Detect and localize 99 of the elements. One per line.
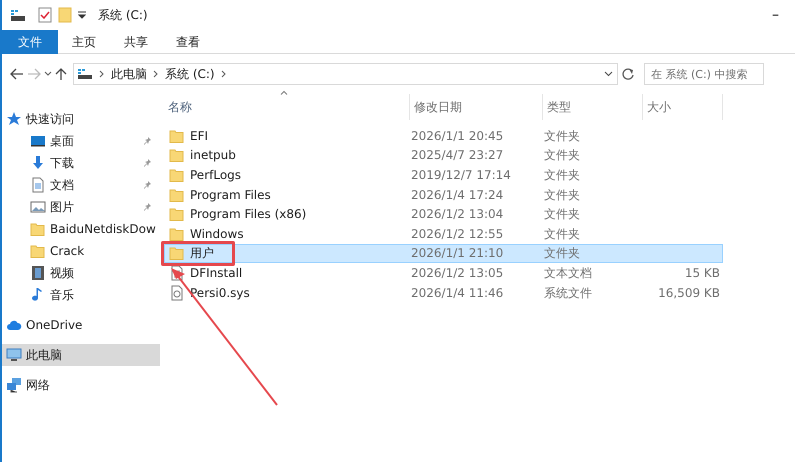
back-icon[interactable]	[10, 68, 24, 80]
pin-icon	[142, 136, 152, 146]
address-bar[interactable]: 此电脑 系统 (C:)	[73, 63, 618, 85]
file-size: 16,509 KB	[657, 284, 720, 302]
search-field[interactable]: 在 系统 (C:) 中搜索	[644, 63, 764, 85]
folder-icon	[169, 166, 185, 183]
file-row[interactable]: Program Files (x86) 2026/1/2 13:04 文件夹	[164, 204, 723, 224]
download-arrow-icon	[30, 155, 46, 171]
file-name: 用户	[190, 245, 214, 262]
file-type: 文件夹	[544, 226, 581, 243]
recent-dropdown-icon[interactable]	[44, 71, 52, 77]
file-type: 文件夹	[544, 186, 581, 204]
ribbon-tab[interactable]: 主页	[58, 30, 110, 54]
modified-date: 2026/1/2 13:04	[411, 206, 504, 224]
folder-icon	[169, 186, 185, 203]
file-name: Persi0.sys	[190, 284, 250, 302]
sidebar-item[interactable]: 下载	[2, 152, 160, 174]
chevron-icon	[153, 70, 159, 78]
file-name: EFI	[190, 128, 208, 145]
pin-icon	[142, 158, 152, 168]
folder-icon	[169, 226, 185, 242]
network-icon	[6, 377, 22, 393]
film-icon	[30, 265, 46, 281]
file-row[interactable]: EFI 2026/1/1 20:45 文件夹	[164, 126, 723, 146]
sidebar-item[interactable]: OneDrive	[2, 314, 160, 336]
chevron-icon	[99, 70, 105, 78]
minimize-button[interactable]: –	[768, 8, 783, 22]
file-name: Program Files (x86)	[190, 206, 306, 224]
properties-icon[interactable]	[38, 7, 52, 23]
modified-date: 2025/4/7 23:27	[411, 147, 504, 164]
file-name: PerfLogs	[190, 166, 242, 184]
sidebar-item[interactable]: 音乐	[2, 284, 160, 306]
sidebar-item[interactable]: 此电脑	[2, 344, 160, 366]
column-header[interactable]: 大小	[643, 94, 723, 120]
computer-icon	[6, 347, 22, 363]
chevron-icon	[220, 70, 227, 78]
file-name: inetpub	[190, 147, 236, 164]
file-type: 文件夹	[544, 128, 581, 145]
folder-icon	[30, 221, 46, 237]
modified-date: 2019/12/7 17:14	[411, 166, 512, 184]
file-size: 15 KB	[684, 264, 720, 282]
sidebar-item[interactable]: Crack	[2, 240, 160, 262]
system-file-icon	[169, 284, 185, 301]
pin-icon	[142, 180, 152, 190]
file-row[interactable]: Program Files 2026/1/4 17:24 文件夹	[164, 184, 723, 204]
picture-icon	[30, 199, 46, 215]
file-type: 文件夹	[544, 206, 581, 224]
file-row[interactable]: DFInstall 2026/1/2 13:05 文本文档 15 KB	[164, 263, 723, 283]
file-type: 文件夹	[544, 147, 581, 164]
file-type: 文本文档	[544, 264, 593, 282]
up-arrow-icon[interactable]	[55, 67, 67, 81]
modified-date: 2026/1/1 20:45	[411, 128, 504, 145]
file-type: 系统文件	[544, 284, 593, 302]
modified-date: 2026/1/1 21:10	[411, 245, 504, 262]
folder-icon	[169, 206, 185, 222]
folder-icon	[169, 128, 185, 144]
document-icon	[30, 177, 46, 193]
desktop-icon	[30, 133, 46, 149]
ribbon-tab[interactable]: 查看	[162, 30, 214, 54]
file-row[interactable]: 用户 2026/1/1 21:10 文件夹	[164, 244, 723, 264]
sidebar-item[interactable]: 快速访问	[2, 108, 160, 130]
file-row[interactable]: Persi0.sys 2026/1/4 11:46 系统文件 16,509 KB	[164, 282, 723, 302]
file-name: DFInstall	[190, 264, 242, 282]
file-type: 文件夹	[544, 166, 581, 184]
dropdown-icon[interactable]	[604, 71, 613, 77]
folder-icon	[30, 243, 46, 259]
drive-icon[interactable]	[10, 8, 26, 22]
folder-icon	[169, 147, 185, 164]
ribbon-tab[interactable]: 共享	[110, 30, 162, 54]
refresh-icon[interactable]	[621, 67, 635, 81]
sort-ascending-icon	[280, 90, 288, 95]
modified-date: 2026/1/2 12:55	[411, 226, 504, 243]
file-type: 文件夹	[544, 245, 581, 262]
column-header[interactable]: 名称	[164, 94, 410, 120]
file-row[interactable]: PerfLogs 2019/12/7 17:14 文件夹	[164, 165, 723, 185]
sidebar-item[interactable]: 网络	[2, 374, 160, 396]
drive-icon	[77, 68, 93, 80]
file-row[interactable]: inetpub 2025/4/7 23:27 文件夹	[164, 146, 723, 166]
breadcrumb-link[interactable]: 系统 (C:)	[165, 65, 215, 83]
file-menu-tab[interactable]: 文件	[2, 30, 58, 54]
column-header[interactable]: 修改日期	[410, 94, 543, 120]
file-row[interactable]: Windows 2026/1/2 12:55 文件夹	[164, 224, 723, 244]
modified-date: 2026/1/4 17:24	[411, 186, 504, 204]
sidebar-item[interactable]: BaiduNetdiskDow	[2, 218, 160, 240]
window-title: 系统 (C:)	[98, 7, 148, 24]
breadcrumb-link[interactable]: 此电脑	[111, 65, 147, 83]
dropdown-icon[interactable]	[78, 11, 86, 19]
file-name: Windows	[190, 226, 244, 243]
pin-icon	[142, 202, 152, 212]
column-header[interactable]: 类型	[543, 94, 643, 120]
sidebar-item[interactable]: 文档	[2, 174, 160, 196]
sidebar-item[interactable]: 图片	[2, 196, 160, 218]
sidebar-item[interactable]: 桌面	[2, 130, 160, 152]
sidebar-item[interactable]: 视频	[2, 262, 160, 284]
modified-date: 2026/1/4 11:46	[411, 284, 504, 302]
star-icon	[6, 111, 22, 127]
folder-icon	[169, 245, 185, 262]
file-name: Program Files	[190, 186, 271, 204]
modified-date: 2026/1/2 13:05	[411, 264, 504, 282]
